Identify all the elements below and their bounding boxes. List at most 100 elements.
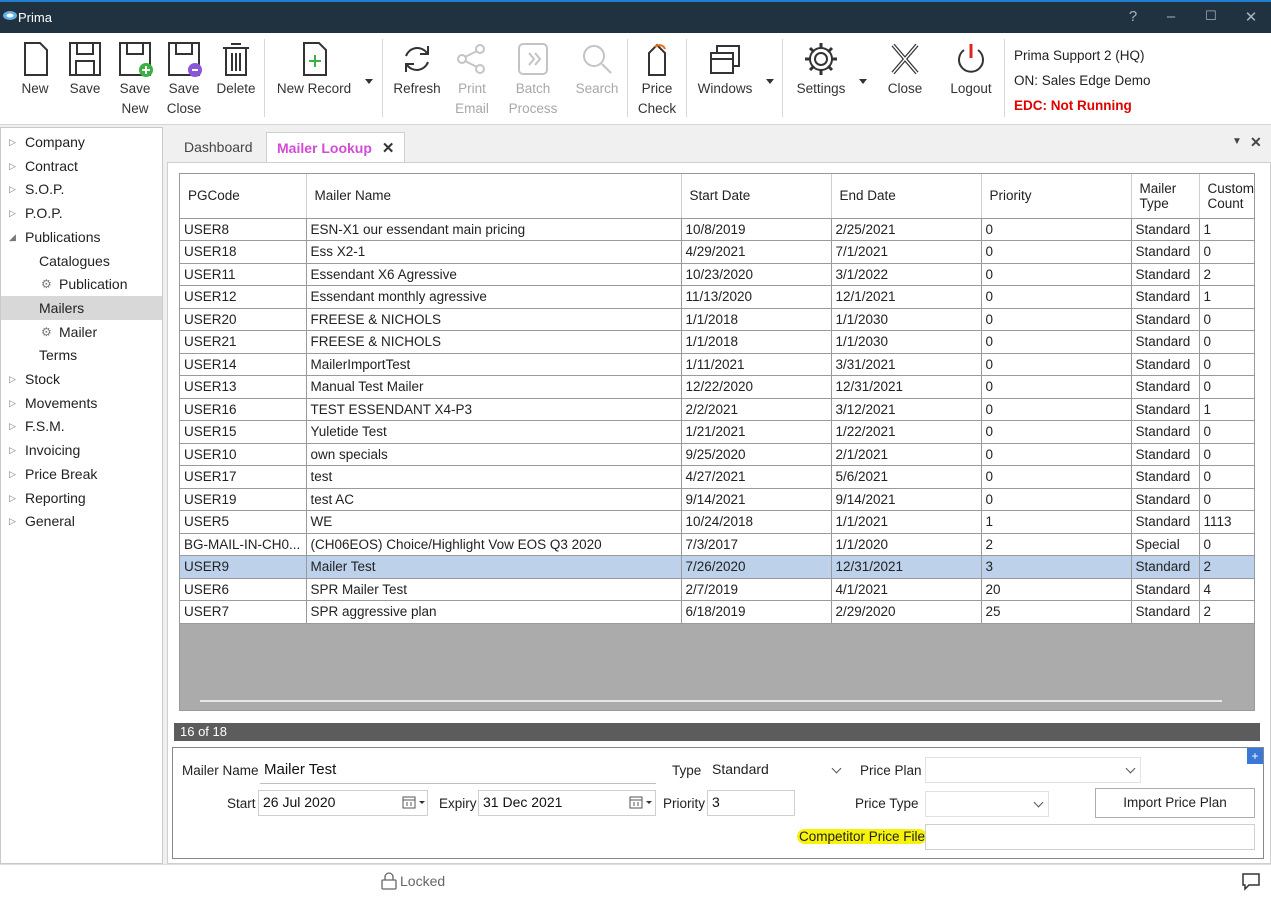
expand-icon[interactable]: + (1247, 748, 1263, 764)
type-select[interactable]: Standard (707, 757, 847, 783)
expand-arrow-icon[interactable]: ▷ (9, 391, 16, 415)
delete-button[interactable]: Delete (212, 37, 260, 121)
table-row[interactable]: USER15 Yuletide Test 1/21/2021 1/22/2021 0 St… (180, 420, 1254, 444)
settings-dropdown-icon[interactable] (859, 79, 867, 84)
sidebar-item-f-s-m[interactable]: ▷ F.S.M. (1, 414, 162, 438)
expand-arrow-icon[interactable]: ▷ (9, 177, 16, 201)
calendar-icon[interactable] (626, 792, 656, 814)
expand-arrow-icon[interactable]: ▷ (9, 486, 16, 510)
chat-icon[interactable] (1241, 871, 1261, 891)
save-button[interactable]: Save (64, 37, 106, 121)
tab-mailer-lookup[interactable]: Mailer Lookup ✕ (266, 132, 406, 162)
help-icon[interactable]: ? (1122, 8, 1144, 25)
table-row[interactable]: USER18 Ess X2-1 4/29/2021 7/1/2021 0 Standard… (180, 240, 1254, 264)
table-row[interactable]: USER12 Essendant monthly agressive 11/13/2… (180, 285, 1254, 309)
table-row[interactable]: USER19 test AC 9/14/2021 9/14/2021 0 Standard… (180, 488, 1254, 511)
table-row[interactable]: USER20 FREESE & NICHOLS 1/1/2018 1/1/2030 0 S… (180, 308, 1254, 331)
sidebar-item-stock[interactable]: ▷ Stock (1, 367, 162, 391)
table-cell: own specials (306, 443, 682, 466)
table-row[interactable]: BG-MAIL-IN-CH0... (CH06EOS) Choice/Highli… (180, 533, 1254, 556)
windows-button[interactable]: Windows (692, 37, 758, 121)
column-header[interactable]: Start Date (681, 174, 832, 219)
horizontal-scrollbar[interactable] (200, 700, 1222, 702)
table-row[interactable]: USER5 WE 10/24/2018 1/1/2021 1 Standard 1113 (180, 510, 1254, 534)
panel-close-icon[interactable]: ✕ (1250, 134, 1262, 151)
settings-button[interactable]: Settings (790, 37, 852, 121)
sidebar-item-reporting[interactable]: ▷ Reporting (1, 486, 162, 510)
start-date-field[interactable]: 26 Jul 2020 (258, 790, 428, 816)
mailer-name-field[interactable]: Mailer Test (260, 758, 656, 784)
competitor-price-file-field[interactable] (925, 824, 1255, 850)
expand-arrow-icon[interactable]: ▷ (9, 438, 16, 462)
sidebar-item-general[interactable]: ▷ General (1, 509, 162, 533)
table-row[interactable]: USER21 FREESE & NICHOLS 1/1/2018 1/1/2030 0 S… (180, 330, 1254, 354)
table-row[interactable]: USER10 own specials 9/25/2020 2/1/2021 0 Stan… (180, 443, 1254, 466)
import-price-plan-button[interactable]: Import Price Plan (1095, 788, 1255, 818)
price-plan-select[interactable] (925, 757, 1141, 783)
sidebar-item-terms[interactable]: Terms (1, 343, 162, 367)
table-row[interactable]: USER16 TEST ESSENDANT X4-P3 2/2/2021 3/12/2… (180, 398, 1254, 421)
tab-close-icon[interactable]: ✕ (382, 140, 395, 157)
column-header[interactable]: Mailer Name (306, 174, 682, 219)
table-row[interactable]: USER8 ESN-X1 our essendant main pricing 10… (180, 218, 1254, 241)
save-close-button[interactable]: Save Close (162, 37, 206, 121)
close-button[interactable]: Close (880, 37, 930, 121)
priority-field[interactable]: 3 (707, 790, 795, 816)
maximize-icon[interactable]: ☐ (1200, 8, 1222, 24)
search-button[interactable]: Search (572, 37, 622, 121)
print-email-button[interactable]: Print Email (452, 37, 492, 121)
column-header[interactable]: PGCode (180, 174, 307, 219)
windows-dropdown-icon[interactable] (766, 79, 774, 84)
sidebar-item-invoicing[interactable]: ▷ Invoicing (1, 438, 162, 462)
expand-arrow-icon[interactable]: ▷ (9, 154, 16, 178)
close-window-icon[interactable]: ✕ (1240, 8, 1262, 26)
table-row[interactable]: USER17 test 4/27/2021 5/6/2021 0 Standard 0 (180, 465, 1254, 489)
toolbar-separator (1004, 39, 1005, 117)
column-header[interactable]: Customer Count (1199, 174, 1254, 219)
logout-button[interactable]: Logout (944, 37, 998, 121)
sidebar-item-s-o-p[interactable]: ▷ S.O.P. (1, 177, 162, 201)
tab-dashboard[interactable]: Dashboard (174, 132, 263, 162)
sidebar-item-mailer[interactable]: ⚙ Mailer (1, 320, 162, 344)
sidebar-item-company[interactable]: ▷ Company (1, 130, 162, 154)
table-row[interactable]: USER7 SPR aggressive plan 6/18/2019 2/29/20… (180, 600, 1254, 624)
sidebar-item-catalogues[interactable]: Catalogues (1, 249, 162, 273)
sidebar-item-p-o-p[interactable]: ▷ P.O.P. (1, 201, 162, 225)
expand-arrow-icon[interactable]: ▷ (9, 462, 16, 486)
expand-arrow-icon[interactable]: ▷ (9, 414, 16, 438)
sidebar-item-movements[interactable]: ▷ Movements (1, 391, 162, 415)
column-header[interactable]: Priority (981, 174, 1132, 219)
refresh-button[interactable]: Refresh (390, 37, 444, 121)
expiry-date-field[interactable]: 31 Dec 2021 (478, 790, 656, 816)
new-record-button[interactable]: New Record (270, 37, 358, 121)
table-row[interactable]: USER9 Mailer Test 7/26/2020 12/31/2021 3 Stan… (180, 555, 1254, 579)
table-row[interactable]: USER11 Essendant X6 Agressive 10/23/2020 3/… (180, 263, 1254, 286)
sidebar-item-price-break[interactable]: ▷ Price Break (1, 462, 162, 486)
column-header[interactable]: End Date (831, 174, 982, 219)
collapse-arrow-icon[interactable]: ◢ (9, 225, 16, 249)
table-row[interactable]: USER6 SPR Mailer Test 2/7/2019 4/1/2021 20 St… (180, 578, 1254, 601)
sidebar-item-contract[interactable]: ▷ Contract (1, 154, 162, 178)
price-type-select[interactable] (925, 791, 1049, 817)
calendar-icon[interactable] (399, 792, 429, 814)
expand-arrow-icon[interactable]: ▷ (9, 367, 16, 391)
sidebar-item-mailers[interactable]: Mailers (1, 295, 162, 320)
column-header[interactable]: Mailer Type (1131, 174, 1200, 219)
table-cell: 7/3/2017 (681, 533, 832, 556)
sidebar-item-publication[interactable]: ⚙ Publication (1, 272, 162, 296)
minimize-icon[interactable]: – (1160, 8, 1182, 25)
sidebar-item-publications[interactable]: ◢ Publications (1, 225, 162, 249)
expand-arrow-icon[interactable]: ▷ (9, 509, 16, 533)
sidebar-item-label: Contract (25, 157, 78, 174)
refresh-icon (405, 46, 429, 72)
expand-arrow-icon[interactable]: ▷ (9, 201, 16, 225)
table-row[interactable]: USER13 Manual Test Mailer 12/22/2020 12/31/… (180, 375, 1254, 399)
batch-process-button[interactable]: Batch Process (506, 37, 560, 121)
save-new-button[interactable]: Save New (113, 37, 157, 121)
tab-menu-chevron-icon[interactable]: ▼ (1232, 136, 1242, 147)
new-button[interactable]: New (14, 37, 56, 121)
expand-arrow-icon[interactable]: ▷ (9, 130, 16, 154)
table-row[interactable]: USER14 MailerImportTest 1/11/2021 3/31/2021… (180, 353, 1254, 376)
new-record-dropdown-icon[interactable] (365, 79, 373, 84)
price-check-button[interactable]: Price Check (634, 37, 680, 121)
